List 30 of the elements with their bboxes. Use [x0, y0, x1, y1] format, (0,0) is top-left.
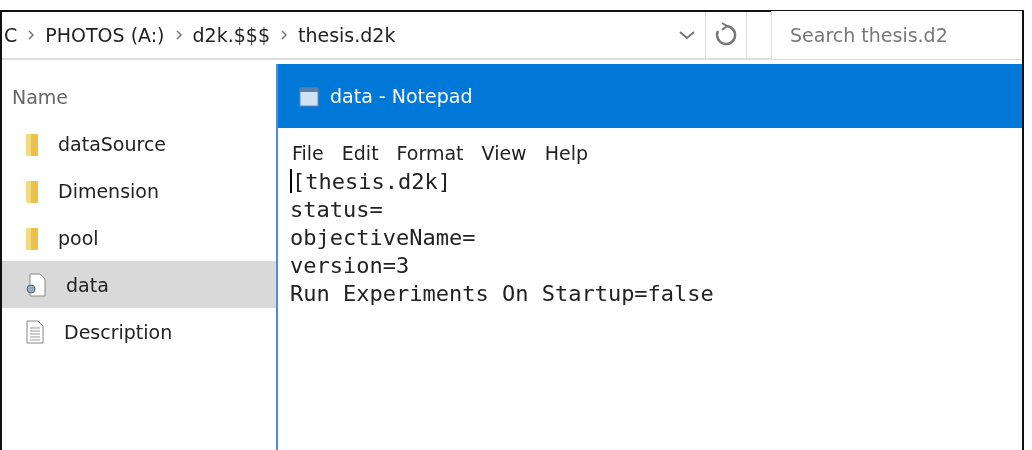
folder-icon — [26, 178, 38, 203]
chevron-right-icon — [280, 29, 288, 41]
explorer-list-row[interactable]: dataSource — [2, 120, 276, 167]
folder-icon — [26, 131, 38, 156]
menu-item[interactable]: Help — [542, 142, 590, 164]
text-editor[interactable]: [thesis.d2k] status= objectiveName= version=3 Run Experiments On Startup=false — [278, 164, 1022, 312]
breadcrumb[interactable]: C — [4, 24, 18, 46]
explorer-list-row[interactable]: data — [2, 261, 276, 308]
name-column-header[interactable]: Name — [2, 60, 276, 110]
menu-item[interactable]: Edit — [339, 142, 381, 164]
menu-item[interactable]: View — [479, 142, 529, 164]
breadcrumb[interactable]: thesis.d2k — [298, 24, 396, 46]
notepad-icon — [298, 85, 320, 107]
window-title: data - Notepad — [330, 85, 473, 107]
explorer-list-row[interactable]: Description — [2, 308, 276, 355]
settings-file-icon — [26, 272, 46, 297]
chevron-right-icon — [27, 29, 36, 41]
explorer-list-row[interactable]: pool — [2, 214, 276, 261]
dropdown-chevron-icon[interactable] — [677, 28, 697, 42]
search-field[interactable]: Search thesis.d2 — [771, 11, 1022, 59]
text-file-icon — [26, 319, 44, 344]
refresh-button[interactable] — [705, 12, 747, 58]
menu-item[interactable]: Format — [394, 142, 466, 164]
breadcrumb[interactable]: PHOTOS (A:) — [45, 24, 165, 46]
refresh-icon — [713, 22, 739, 48]
folder-icon — [26, 225, 38, 250]
breadcrumb[interactable]: d2k.$$$ — [192, 24, 270, 46]
chevron-right-icon — [174, 29, 183, 41]
explorer-list-row[interactable]: Dimension — [2, 167, 276, 214]
menu-item[interactable]: File — [290, 142, 326, 164]
